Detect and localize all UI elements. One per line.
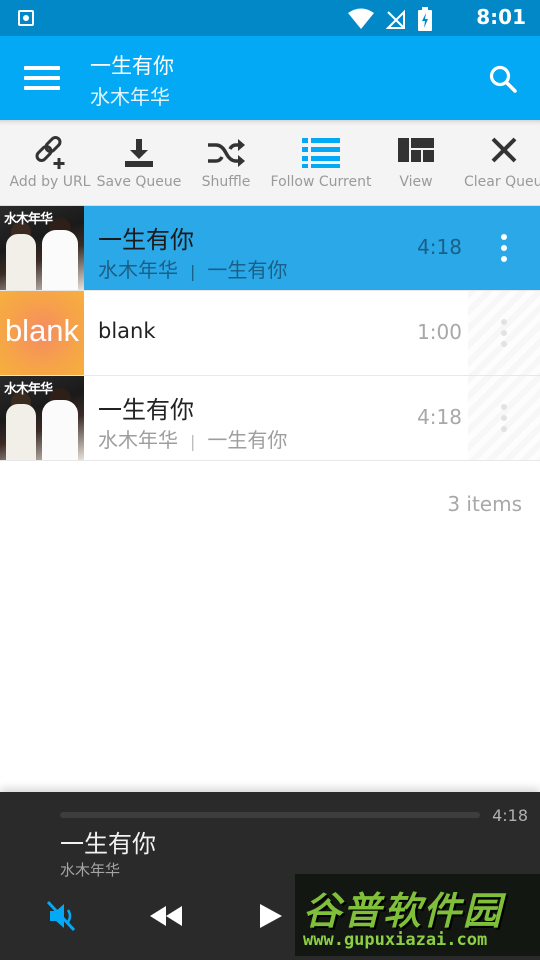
more-vert-icon bbox=[501, 234, 507, 267]
save-queue-label: Save Queue bbox=[96, 174, 182, 190]
close-icon bbox=[491, 137, 517, 163]
track-album: 一生有你 bbox=[207, 428, 288, 452]
track-subtitle: 水木年华 | 一生有你 bbox=[98, 424, 287, 453]
track-subtitle: 水木年华 | 一生有你 bbox=[98, 254, 287, 283]
player-artist: 水木年华 bbox=[60, 861, 121, 879]
list-icon bbox=[302, 138, 340, 168]
status-icons bbox=[348, 7, 432, 31]
track-duration: 4:18 bbox=[417, 405, 462, 429]
clear-queue-button[interactable]: Clear Queue bbox=[460, 120, 540, 206]
track-duration: 1:00 bbox=[417, 320, 462, 344]
separator: | bbox=[190, 432, 196, 451]
status-time: 8:01 bbox=[476, 5, 526, 29]
track-duration: 4:18 bbox=[417, 235, 462, 259]
player-duration: 4:18 bbox=[492, 806, 528, 825]
blank-art: blank bbox=[0, 291, 84, 375]
more-options-button[interactable] bbox=[468, 376, 540, 460]
queue-item[interactable]: 水木年华 一生有你 水木年华 | 一生有你 4:18 bbox=[0, 376, 540, 461]
status-bar: 8:01 bbox=[0, 0, 540, 36]
watermark: 谷普软件园 www.gupuxiazai.com bbox=[295, 874, 540, 956]
shuffle-label: Shuffle bbox=[201, 174, 251, 190]
search-icon[interactable] bbox=[488, 64, 518, 94]
album-art-text: 水木年华 bbox=[4, 382, 53, 397]
progress-bar[interactable] bbox=[60, 812, 480, 818]
queue-list: 水木年华 一生有你 水木年华 | 一生有你 4:18 blank blank 1:0… bbox=[0, 206, 540, 461]
album-art: 水木年华 bbox=[0, 376, 84, 460]
rewind-icon[interactable] bbox=[146, 896, 186, 936]
track-album: 一生有你 bbox=[207, 258, 288, 282]
track-title: blank bbox=[98, 319, 156, 343]
menu-button[interactable] bbox=[24, 66, 60, 92]
player-title: 一生有你 bbox=[60, 830, 156, 858]
album-art: 水木年华 bbox=[0, 206, 84, 290]
track-title: 一生有你 bbox=[98, 396, 194, 424]
app-bar: 一生有你 水木年华 bbox=[0, 36, 540, 120]
track-artist: 水木年华 bbox=[98, 258, 178, 282]
track-title: 一生有你 bbox=[98, 226, 194, 254]
add-by-url-button[interactable]: Add by URL bbox=[2, 120, 98, 206]
queue-item[interactable]: 水木年华 一生有你 水木年华 | 一生有你 4:18 bbox=[0, 206, 540, 291]
separator: | bbox=[190, 262, 196, 281]
follow-current-label: Follow Current bbox=[270, 174, 372, 190]
add-by-url-label: Add by URL bbox=[9, 174, 91, 190]
view-grid-icon bbox=[398, 138, 434, 162]
app-subtitle: 水木年华 bbox=[90, 85, 170, 109]
queue-item[interactable]: blank blank 1:00 bbox=[0, 291, 540, 376]
album-art-text: 水木年华 bbox=[4, 212, 53, 227]
play-icon[interactable] bbox=[250, 896, 290, 936]
no-signal-icon bbox=[386, 9, 405, 29]
watermark-url: www.gupuxiazai.com bbox=[303, 930, 488, 950]
blank-art-text: blank bbox=[4, 313, 80, 348]
view-button[interactable]: View bbox=[374, 120, 458, 206]
queue-toolbar: Add by URL Save Queue Shuffle Follow Cur… bbox=[0, 120, 540, 206]
download-icon bbox=[125, 139, 153, 167]
more-options-button[interactable] bbox=[468, 206, 540, 290]
view-label: View bbox=[399, 174, 433, 190]
more-options-button[interactable] bbox=[468, 291, 540, 375]
more-vert-icon bbox=[501, 404, 507, 437]
mute-icon[interactable] bbox=[42, 896, 82, 936]
track-artist: 水木年华 bbox=[98, 428, 178, 452]
shuffle-button[interactable]: Shuffle bbox=[184, 120, 268, 206]
items-count: 3 items bbox=[447, 492, 522, 516]
clear-queue-label: Clear Queue bbox=[464, 174, 540, 190]
more-vert-icon bbox=[501, 319, 507, 352]
battery-charging-icon bbox=[418, 7, 432, 31]
hamburger-icon bbox=[24, 66, 60, 70]
shuffle-icon bbox=[208, 139, 245, 167]
app-title: 一生有你 bbox=[90, 54, 174, 78]
notification-icon bbox=[18, 10, 34, 26]
watermark-brand: 谷普软件园 bbox=[303, 889, 504, 933]
follow-current-button[interactable]: Follow Current bbox=[270, 120, 372, 206]
wifi-icon bbox=[348, 8, 374, 29]
save-queue-button[interactable]: Save Queue bbox=[96, 120, 182, 206]
link-add-icon bbox=[35, 136, 65, 169]
